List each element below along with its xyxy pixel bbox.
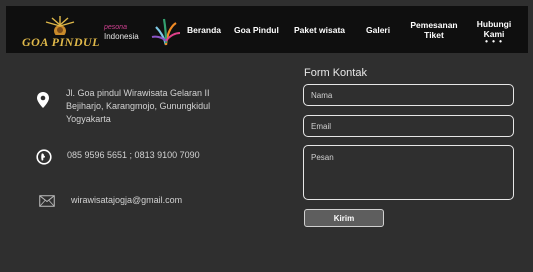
nav-hubungi-kami-label: Hubungi Kami — [476, 19, 512, 39]
site-header: GOA PINDUL pesona Indonesia Beranda Goa … — [6, 6, 528, 53]
form-title: Form Kontak — [304, 67, 367, 79]
nav-paket-wisata[interactable]: Paket wisata — [294, 25, 345, 35]
address-text: Jl. Goa pindul Wirawisata Gelaran II Bej… — [66, 88, 211, 124]
phone-icon — [36, 149, 52, 165]
nav-hubungi-kami[interactable]: Hubungi Kami • • • — [475, 19, 513, 46]
nav-pemesanan-tiket[interactable]: Pemesanan Tiket — [410, 20, 458, 40]
email-input[interactable] — [303, 115, 514, 137]
contact-page: GOA PINDUL pesona Indonesia Beranda Goa … — [0, 0, 533, 272]
envelope-icon — [39, 195, 55, 207]
name-input[interactable] — [303, 84, 514, 106]
main-nav: Beranda Goa Pindul Paket wisata Galeri P… — [6, 6, 528, 53]
nav-beranda[interactable]: Beranda — [187, 25, 221, 35]
email-text: wirawisatajogja@gmail.com — [71, 195, 183, 205]
phone-text: 085 9596 5651 ; 0813 9100 7090 — [67, 150, 200, 160]
nav-goa-pindul[interactable]: Goa Pindul — [234, 25, 279, 35]
active-indicator: • • • — [485, 37, 503, 46]
message-textarea[interactable] — [303, 145, 514, 200]
nav-galeri[interactable]: Galeri — [366, 25, 390, 35]
map-pin-icon — [37, 92, 49, 108]
submit-button[interactable]: Kirim — [304, 209, 384, 227]
